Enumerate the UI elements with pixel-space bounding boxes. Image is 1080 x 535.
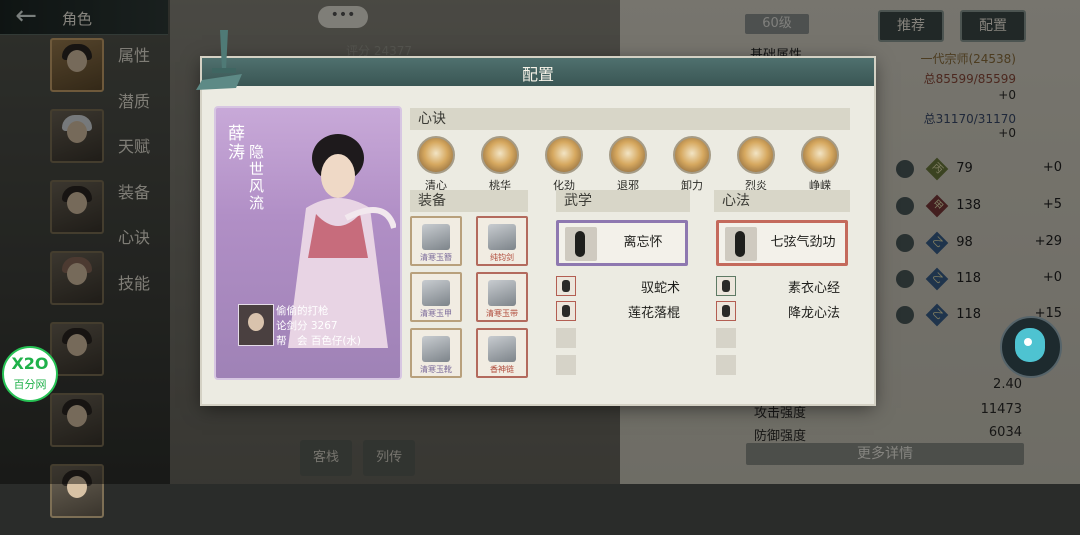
watermark-line1: X2O bbox=[11, 354, 49, 373]
equipment-slot[interactable]: 纯钧剑 bbox=[476, 216, 528, 266]
xinfa-section-header: 心法 bbox=[714, 190, 850, 212]
inner-art-icon bbox=[716, 276, 736, 296]
martial-art-icon bbox=[556, 276, 576, 296]
empty-skill-slot[interactable] bbox=[556, 328, 576, 348]
wuxue-sub-skill[interactable]: 莲花落棍 bbox=[556, 301, 688, 321]
xinjue-icon bbox=[673, 136, 711, 174]
player-score: 论剑分 3267 bbox=[276, 320, 338, 332]
inner-art-icon bbox=[725, 227, 757, 261]
skill-name: 莲花落棍 bbox=[627, 306, 680, 321]
martial-art-icon bbox=[556, 301, 576, 321]
wuxue-section-header: 武学 bbox=[556, 190, 690, 212]
xinjue-section-header: 心诀 bbox=[410, 108, 850, 130]
equipment-name: 清寒玉靴 bbox=[420, 365, 452, 374]
xinjue-icon bbox=[545, 136, 583, 174]
watermark-line2: 百分网 bbox=[13, 378, 47, 391]
xinjue-icon bbox=[417, 136, 455, 174]
dialog-header: 配置 bbox=[202, 58, 874, 86]
empty-skill-slot[interactable] bbox=[716, 355, 736, 375]
martial-art-icon bbox=[565, 227, 597, 261]
wuxue-sub-skill[interactable]: 驭蛇术 bbox=[556, 276, 688, 296]
wuxue-main-skill[interactable]: 离忘怀 bbox=[556, 220, 688, 266]
equipment-slot[interactable]: 清寒玉簪 bbox=[410, 216, 462, 266]
equipment-icon bbox=[422, 224, 450, 250]
player-guild: 帮 会 百色仔(水) bbox=[276, 335, 362, 347]
equipment-section-header: 装备 bbox=[410, 190, 528, 212]
xinfa-main-skill[interactable]: 七弦气劲功 bbox=[716, 220, 848, 266]
equipment-slot[interactable]: 清寒玉带 bbox=[476, 272, 528, 322]
xinjue-icon bbox=[609, 136, 647, 174]
inner-art-icon bbox=[716, 301, 736, 321]
xinfa-sub-skill[interactable]: 降龙心法 bbox=[716, 301, 848, 321]
sword-ornament-icon bbox=[196, 30, 242, 90]
equipment-slot[interactable]: 香神链 bbox=[476, 328, 528, 378]
dialog-title: 配置 bbox=[521, 65, 554, 84]
xinjue-icon bbox=[481, 136, 519, 174]
equipment-name: 纯钧剑 bbox=[490, 253, 514, 262]
skill-name: 离忘怀 bbox=[623, 235, 663, 250]
equipment-icon bbox=[422, 336, 450, 362]
equipment-name: 香神链 bbox=[490, 365, 514, 374]
character-title: 隐世风流 bbox=[247, 144, 265, 212]
xinjue-slot[interactable]: 峥嵘 bbox=[798, 136, 842, 193]
equipment-name: 清寒玉簪 bbox=[420, 253, 452, 262]
equipment-icon bbox=[488, 224, 516, 250]
xinjue-icon bbox=[801, 136, 839, 174]
assistant-mascot-icon[interactable] bbox=[1000, 316, 1062, 378]
xinjue-slot[interactable]: 退邪 bbox=[606, 136, 650, 193]
xinjue-icon bbox=[737, 136, 775, 174]
xinjue-slot[interactable]: 清心 bbox=[414, 136, 458, 193]
equipment-icon bbox=[488, 336, 516, 362]
config-dialog: 配置 薛涛 隐世风流 偷偷的打枪 论剑分 3267 帮 会 百色仔(水) 心诀 … bbox=[196, 30, 874, 404]
equipment-name: 清寒玉带 bbox=[486, 309, 518, 318]
xinjue-slot[interactable]: 烈炎 bbox=[734, 136, 778, 193]
site-watermark-logo: X2O 百分网 bbox=[2, 346, 58, 402]
player-avatar bbox=[238, 304, 274, 346]
equipment-name: 清寒玉甲 bbox=[420, 309, 452, 318]
equipment-slot[interactable]: 清寒玉甲 bbox=[410, 272, 462, 322]
character-card[interactable]: 薛涛 隐世风流 偷偷的打枪 论剑分 3267 帮 会 百色仔(水) bbox=[214, 106, 402, 380]
xinjue-slot[interactable]: 卸力 bbox=[670, 136, 714, 193]
character-name: 薛涛 bbox=[224, 124, 244, 162]
skill-name: 驭蛇术 bbox=[640, 281, 680, 296]
equipment-icon bbox=[488, 280, 516, 306]
player-name: 偷偷的打枪 bbox=[276, 305, 329, 317]
skill-name: 素衣心经 bbox=[787, 281, 840, 296]
empty-skill-slot[interactable] bbox=[716, 328, 736, 348]
empty-skill-slot[interactable] bbox=[556, 355, 576, 375]
xinjue-slot[interactable]: 桃华 bbox=[478, 136, 522, 193]
skill-name: 降龙心法 bbox=[787, 306, 840, 321]
player-info: 偷偷的打枪 论剑分 3267 帮 会 百色仔(水) bbox=[238, 304, 388, 352]
xinjue-slot[interactable]: 化劲 bbox=[542, 136, 586, 193]
equipment-slot[interactable]: 清寒玉靴 bbox=[410, 328, 462, 378]
skill-name: 七弦气劲功 bbox=[770, 235, 836, 250]
xinfa-sub-skill[interactable]: 素衣心经 bbox=[716, 276, 848, 296]
equipment-icon bbox=[422, 280, 450, 306]
